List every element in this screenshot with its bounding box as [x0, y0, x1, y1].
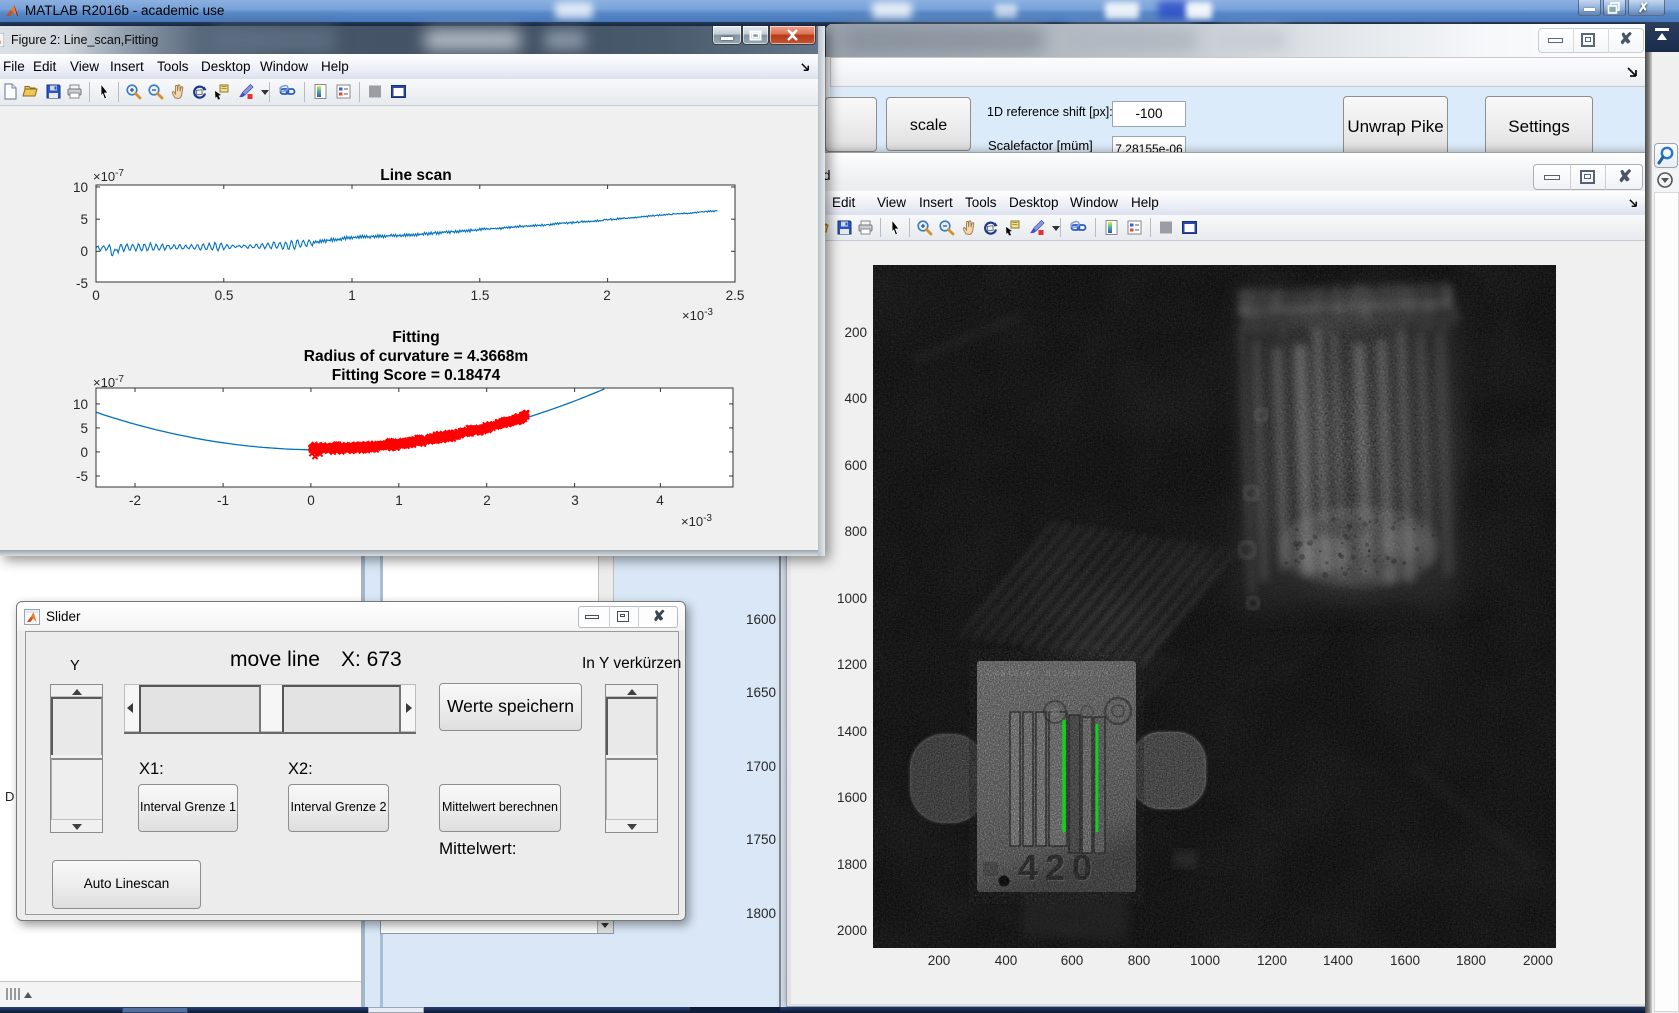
- svg-text:-5: -5: [76, 469, 88, 484]
- svg-text:Radius of curvature = 4.3668m: Radius of curvature = 4.3668m: [304, 348, 528, 365]
- svg-text:Fitting Score = 0.18474: Fitting Score = 0.18474: [332, 367, 501, 384]
- svg-text:5: 5: [80, 421, 88, 436]
- svg-text:10: 10: [73, 397, 88, 412]
- svg-text:2: 2: [483, 493, 491, 508]
- svg-text:1: 1: [348, 288, 356, 303]
- svg-text:0: 0: [92, 288, 100, 303]
- svg-text:×10-3: ×10-3: [682, 307, 713, 323]
- svg-text:Fitting: Fitting: [392, 329, 439, 346]
- svg-text:×10-3: ×10-3: [681, 513, 712, 529]
- svg-text:0: 0: [80, 244, 88, 259]
- svg-text:1: 1: [395, 493, 403, 508]
- svg-text:2: 2: [603, 288, 611, 303]
- svg-text:1.5: 1.5: [471, 288, 490, 303]
- svg-text:0: 0: [80, 445, 88, 460]
- svg-text:10: 10: [73, 180, 88, 195]
- svg-text:2.5: 2.5: [726, 288, 745, 303]
- svg-text:-2: -2: [129, 493, 141, 508]
- svg-text:3: 3: [571, 493, 579, 508]
- svg-text:0.5: 0.5: [215, 288, 234, 303]
- svg-text:-1: -1: [217, 493, 229, 508]
- svg-text:4: 4: [656, 493, 664, 508]
- svg-text:Line scan: Line scan: [380, 167, 452, 184]
- svg-text:5: 5: [80, 212, 88, 227]
- svg-text:×10-7: ×10-7: [93, 168, 124, 184]
- svg-text:-5: -5: [76, 276, 88, 291]
- svg-text:0: 0: [307, 493, 315, 508]
